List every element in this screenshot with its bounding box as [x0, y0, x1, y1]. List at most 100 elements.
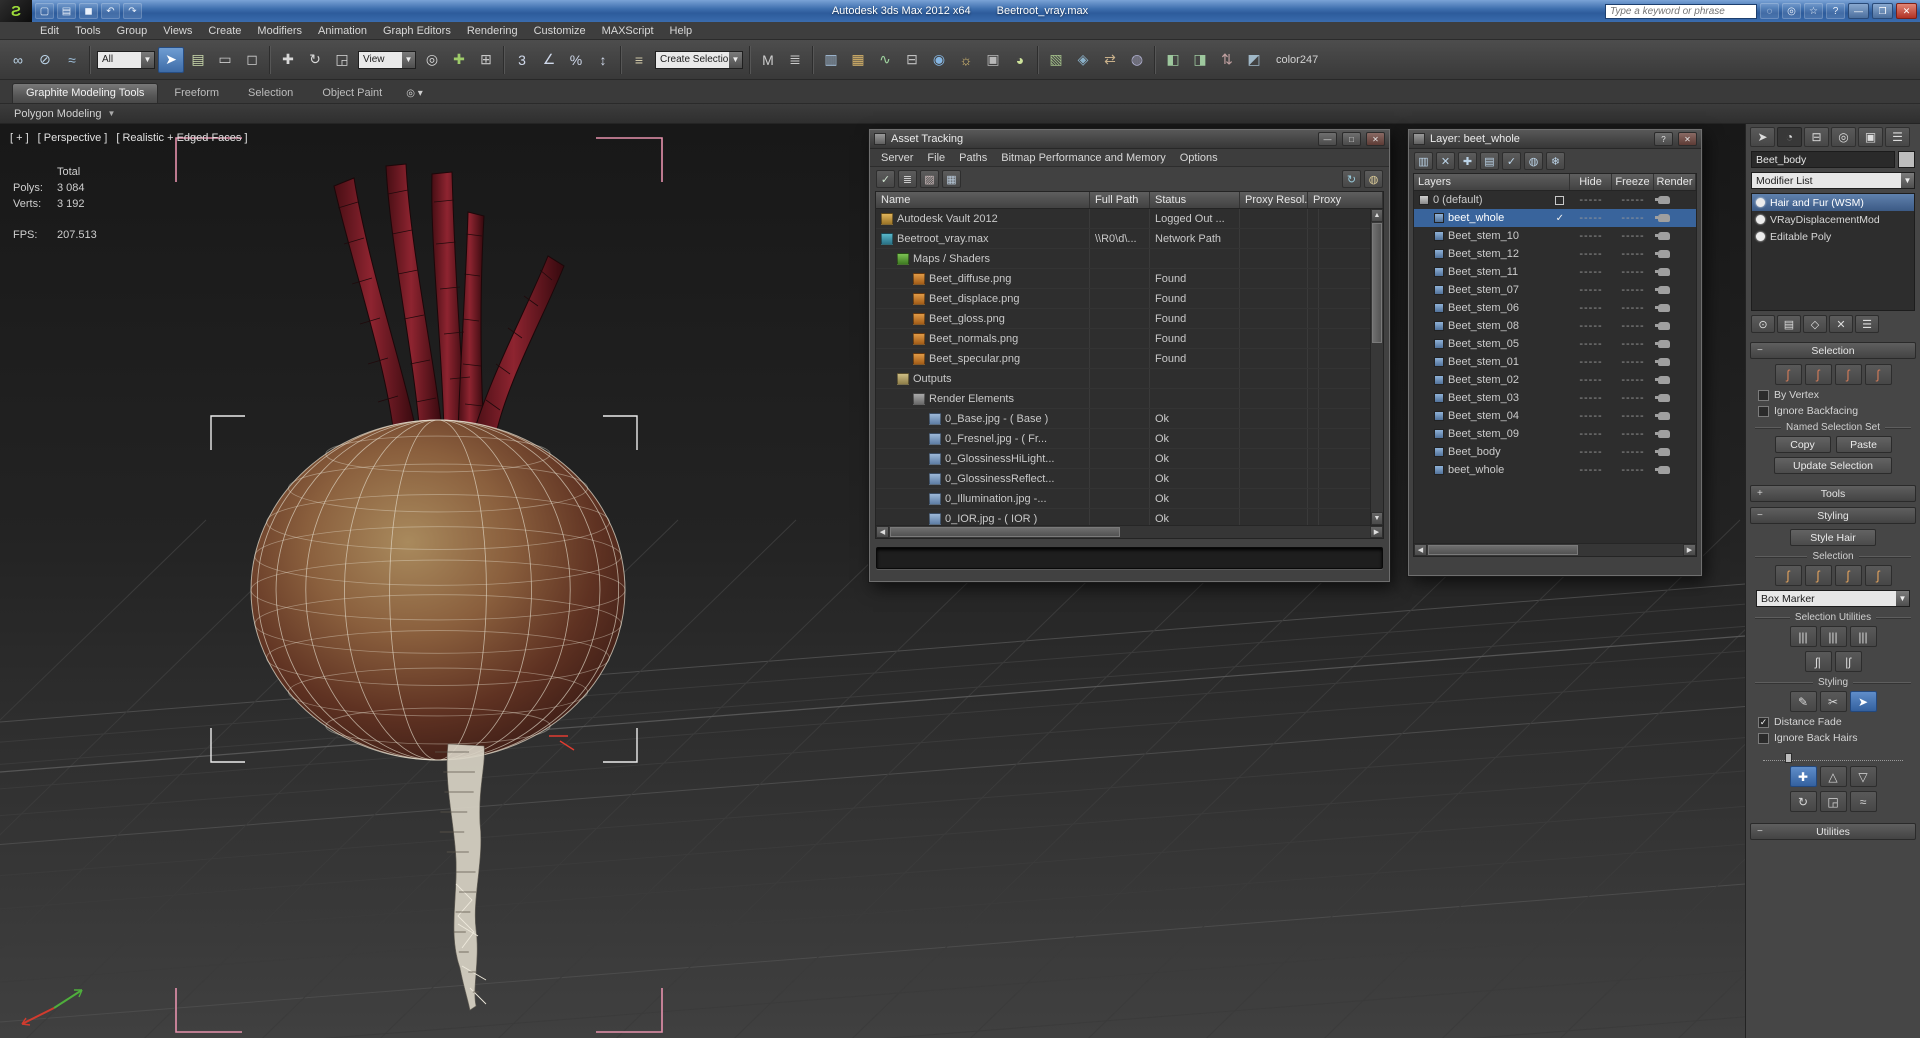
- named-selection-sets-combo[interactable]: Create Selection Se▼: [655, 50, 743, 69]
- asset-row[interactable]: Beet_displace.png Found: [876, 289, 1374, 309]
- expand-selection-icon[interactable]: |ʃ: [1834, 651, 1862, 672]
- custom-toolbar-icon-5[interactable]: ◧: [1160, 47, 1186, 73]
- modifier-list-dropdown[interactable]: Modifier List ▼: [1751, 172, 1915, 189]
- freeze-toggle[interactable]: -----: [1612, 191, 1654, 209]
- hair-brush-icon[interactable]: ✎: [1789, 691, 1817, 712]
- translate-hair-icon[interactable]: ✚: [1789, 766, 1817, 787]
- freeze-toggle[interactable]: -----: [1612, 209, 1654, 227]
- redo-icon[interactable]: ↷: [123, 3, 142, 19]
- menu-group[interactable]: Group: [109, 22, 156, 39]
- asset-row[interactable]: 0_IOR.jpg - ( IOR ) Ok: [876, 509, 1374, 525]
- style-hair-button[interactable]: Style Hair: [1790, 529, 1876, 546]
- freeze-toggle[interactable]: -----: [1612, 263, 1654, 281]
- save-file-icon[interactable]: ◼: [79, 3, 98, 19]
- render-toggle[interactable]: [1654, 227, 1674, 245]
- hide-toggle[interactable]: -----: [1570, 335, 1612, 353]
- hide-toggle[interactable]: -----: [1570, 227, 1612, 245]
- asset-row[interactable]: Beet_normals.png Found: [876, 329, 1374, 349]
- freeze-toggle[interactable]: -----: [1612, 335, 1654, 353]
- column-header-status[interactable]: Status: [1150, 192, 1240, 208]
- thumbnail-view-icon[interactable]: ▨: [920, 170, 939, 188]
- column-header-layers[interactable]: Layers: [1414, 174, 1570, 190]
- layer-row-0-default[interactable]: 0 (default) ----- -----: [1414, 191, 1696, 209]
- layer-manager-icon[interactable]: ▥: [818, 47, 844, 73]
- asset-row[interactable]: Beet_gloss.png Found: [876, 309, 1374, 329]
- asset-row[interactable]: 0_Base.jpg - ( Base ) Ok: [876, 409, 1374, 429]
- menu-create[interactable]: Create: [200, 22, 249, 39]
- column-header-freeze[interactable]: Freeze: [1612, 174, 1654, 190]
- modifier-hair-and-fur-wsm[interactable]: Hair and Fur (WSM): [1752, 194, 1914, 211]
- asset-row[interactable]: 0_Fresnel.jpg - ( Fr... Ok: [876, 429, 1374, 449]
- dialog-close-button[interactable]: ✕: [1366, 132, 1385, 146]
- angle-snap-toggle-icon[interactable]: ∠: [536, 47, 562, 73]
- column-header-full-path[interactable]: Full Path: [1090, 192, 1150, 208]
- detail-view-icon[interactable]: ▦: [942, 170, 961, 188]
- favorites-icon[interactable]: ☆: [1804, 3, 1823, 19]
- menu-tools[interactable]: Tools: [67, 22, 109, 39]
- copy-button[interactable]: Copy: [1774, 436, 1831, 453]
- scroll-left-icon[interactable]: ◀: [1414, 544, 1427, 556]
- ribbon-subtab[interactable]: Polygon Modeling ▼: [0, 104, 1920, 124]
- show-end-result-button[interactable]: ▤: [1777, 315, 1801, 333]
- render-toggle[interactable]: [1654, 407, 1674, 425]
- help-icon[interactable]: ?: [1826, 3, 1845, 19]
- refresh-icon[interactable]: ↻: [1342, 170, 1361, 188]
- make-unique-button[interactable]: ◇: [1803, 315, 1827, 333]
- dialog-minimize-button[interactable]: —: [1318, 132, 1337, 146]
- asset-row[interactable]: Outputs: [876, 369, 1374, 389]
- invert-selection-icon[interactable]: |||: [1849, 626, 1877, 647]
- custom-toolbar-icon-3[interactable]: ⇄: [1097, 47, 1123, 73]
- hide-toggle[interactable]: -----: [1570, 299, 1612, 317]
- snaps-toggle-icon[interactable]: 3: [509, 47, 535, 73]
- display-tab[interactable]: ▣: [1858, 127, 1883, 147]
- render-toggle[interactable]: [1654, 263, 1674, 281]
- menu-help[interactable]: Help: [662, 22, 701, 39]
- update-selection-button[interactable]: Update Selection: [1774, 457, 1892, 474]
- rectangular-selection-region-icon[interactable]: ▭: [212, 47, 238, 73]
- select-layer-objects-icon[interactable]: ▤: [1480, 152, 1499, 170]
- menu-rendering[interactable]: Rendering: [459, 22, 526, 39]
- scroll-right-icon[interactable]: ▶: [1370, 526, 1383, 538]
- custom-toolbar-icon-8[interactable]: ◩: [1241, 47, 1267, 73]
- render-setup-icon[interactable]: ☼: [953, 47, 979, 73]
- brush-size-slider[interactable]: [1763, 751, 1903, 763]
- tools-rollout-header[interactable]: + Tools: [1750, 485, 1916, 502]
- hide-toggle[interactable]: -----: [1570, 461, 1612, 479]
- freeze-toggle[interactable]: -----: [1612, 407, 1654, 425]
- menu-edit[interactable]: Edit: [32, 22, 67, 39]
- asset-menu-paths[interactable]: Paths: [952, 152, 994, 164]
- utilities-tab[interactable]: ☰: [1885, 127, 1910, 147]
- layer-row-beet-stem-09[interactable]: Beet_stem_09 ----- -----: [1414, 425, 1696, 443]
- selection-filter-combo[interactable]: All ▼: [97, 50, 155, 69]
- scroll-left-icon[interactable]: ◀: [876, 526, 889, 538]
- render-toggle[interactable]: [1654, 209, 1674, 227]
- layer-row-beet-stem-03[interactable]: Beet_stem_03 ----- -----: [1414, 389, 1696, 407]
- scale-hair-icon[interactable]: ◲: [1819, 791, 1847, 812]
- dialog-close-button[interactable]: ✕: [1678, 132, 1697, 146]
- hide-toggle[interactable]: -----: [1570, 191, 1612, 209]
- close-button[interactable]: ✕: [1896, 3, 1917, 19]
- ribbon-minimize-icon[interactable]: ◎ ▾: [406, 88, 423, 103]
- select-roots-icon[interactable]: ʃ: [1864, 364, 1892, 385]
- render-toggle[interactable]: [1654, 425, 1674, 443]
- render-production-icon[interactable]: ◕: [1007, 47, 1033, 73]
- freeze-toggle[interactable]: -----: [1612, 443, 1654, 461]
- modifier-editable-poly[interactable]: Editable Poly: [1752, 228, 1914, 245]
- hide-toggle[interactable]: -----: [1570, 209, 1612, 227]
- hide-toggle[interactable]: -----: [1570, 425, 1612, 443]
- freeze-toggle[interactable]: -----: [1612, 299, 1654, 317]
- freeze-toggle[interactable]: -----: [1612, 353, 1654, 371]
- restore-button[interactable]: ❐: [1872, 3, 1893, 19]
- modify-tab[interactable]: ◔: [1777, 127, 1802, 147]
- shrink-selection-icon[interactable]: |||: [1819, 626, 1847, 647]
- hide-toggle[interactable]: -----: [1570, 389, 1612, 407]
- asset-row[interactable]: 0_GlossinessReflect... Ok: [876, 469, 1374, 489]
- dialog-maximize-button[interactable]: □: [1342, 132, 1361, 146]
- custom-toolbar-icon-1[interactable]: ▧: [1043, 47, 1069, 73]
- custom-toolbar-icon-7[interactable]: ⇅: [1214, 47, 1240, 73]
- select-and-manipulate-icon[interactable]: ✚: [446, 47, 472, 73]
- layer-row-beet-stem-06[interactable]: Beet_stem_06 ----- -----: [1414, 299, 1696, 317]
- bind-to-space-warp-icon[interactable]: ≈: [59, 47, 85, 73]
- render-toggle[interactable]: [1654, 299, 1674, 317]
- communication-center-icon[interactable]: ◎: [1782, 3, 1801, 19]
